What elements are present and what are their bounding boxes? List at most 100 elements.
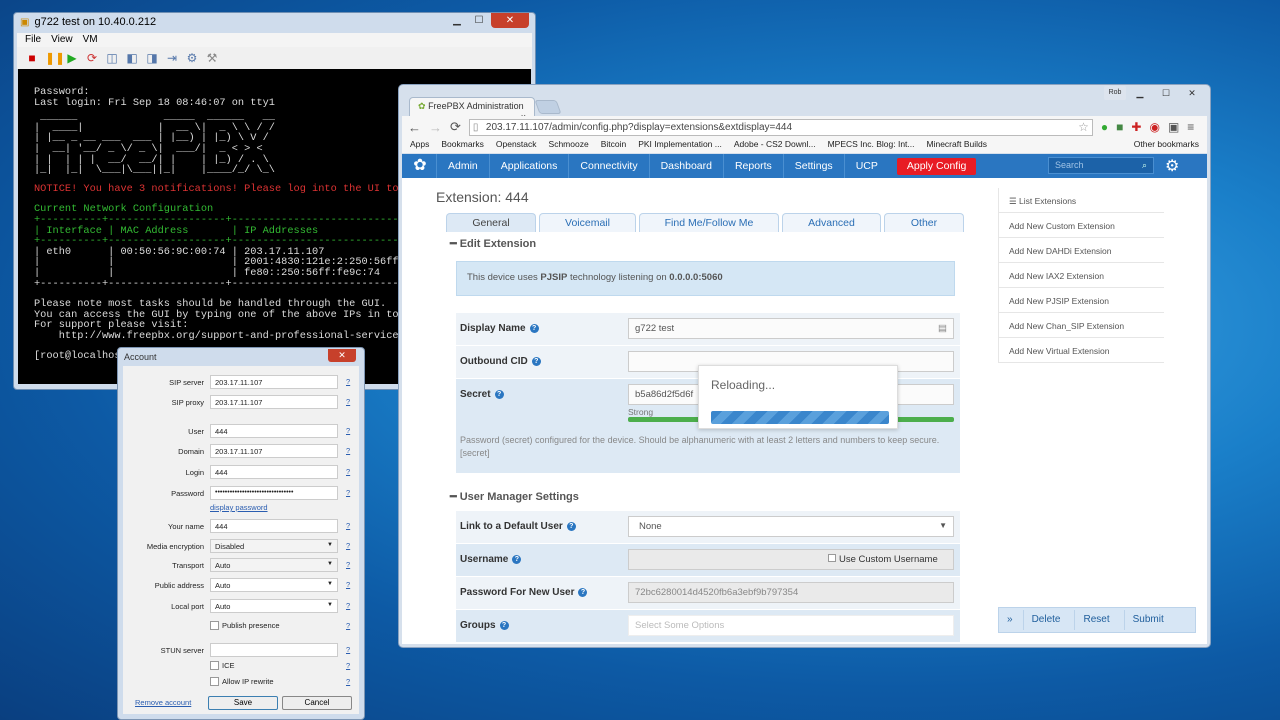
user-manager-header[interactable]: ━ User Manager Settings: [450, 490, 579, 503]
star-icon[interactable]: ☆: [1078, 120, 1089, 134]
search-input[interactable]: Search ⌕: [1048, 157, 1154, 174]
play-icon[interactable]: ▶: [65, 51, 79, 65]
pause-icon[interactable]: ❚❚: [45, 51, 65, 65]
bookmark-minecraft[interactable]: Minecraft Builds: [927, 139, 987, 152]
your-name-input[interactable]: 444: [210, 519, 338, 533]
help-icon[interactable]: ?: [499, 620, 509, 630]
bookmark-bitcoin[interactable]: Bitcoin: [601, 139, 627, 152]
tab-advanced[interactable]: Advanced: [782, 213, 881, 232]
browser-window[interactable]: ✿ FreePBX Administration × Rob▁☐✕ ← → ⟳ …: [398, 84, 1211, 648]
sidebar-item-chansip[interactable]: Add New Chan_SIP Extension: [998, 313, 1164, 338]
help-link[interactable]: ?: [346, 661, 350, 670]
help-icon[interactable]: ?: [566, 521, 576, 531]
reload-icon[interactable]: ⟳: [450, 119, 461, 135]
close-icon[interactable]: ✕: [1180, 86, 1204, 100]
new-tab-button[interactable]: [534, 100, 562, 114]
minimize-icon[interactable]: ▁: [447, 13, 467, 28]
expand-icon[interactable]: »: [1003, 610, 1017, 630]
extension-icon[interactable]: ■: [1116, 120, 1123, 134]
extension-icon[interactable]: ✚: [1131, 120, 1141, 134]
nav-applications[interactable]: Applications: [488, 154, 569, 178]
sidebar-item-custom[interactable]: Add New Custom Extension: [998, 213, 1164, 238]
bookmark-openstack[interactable]: Openstack: [496, 139, 537, 152]
nav-connectivity[interactable]: Connectivity: [568, 154, 648, 178]
display-name-input[interactable]: g722 test ▤: [628, 318, 954, 339]
sip-proxy-input[interactable]: 203.17.11.107: [210, 395, 338, 409]
save-button[interactable]: Save: [208, 696, 278, 710]
sip-server-input[interactable]: 203.17.11.107: [210, 375, 338, 389]
help-icon[interactable]: ?: [531, 356, 541, 366]
tab-voicemail[interactable]: Voicemail: [539, 213, 636, 232]
media-encryption-select[interactable]: Disabled ▼: [210, 539, 338, 553]
reset-button[interactable]: Reset: [1074, 610, 1117, 630]
tab-findme[interactable]: Find Me/Follow Me: [639, 213, 779, 232]
tools-icon[interactable]: ⚒: [205, 51, 219, 65]
nav-reports[interactable]: Reports: [722, 154, 783, 178]
bookmark-bookmarks[interactable]: Bookmarks: [441, 139, 484, 152]
browser-tab[interactable]: ✿ FreePBX Administration ×: [409, 97, 535, 122]
manage-icon[interactable]: ◨: [145, 51, 159, 65]
help-link[interactable]: ?: [346, 446, 350, 455]
address-bar[interactable]: ▯ 203.17.11.107/admin/config.php?display=…: [468, 118, 1093, 136]
local-port-select[interactable]: Auto ▼: [210, 599, 338, 613]
tab-general[interactable]: General: [446, 213, 536, 232]
checkbox-icon[interactable]: [828, 554, 836, 562]
password-input[interactable]: 72bc6280014d4520fb6a3ebf9b797354: [628, 582, 954, 603]
nav-admin[interactable]: Admin: [436, 154, 489, 178]
help-link[interactable]: ?: [346, 560, 350, 569]
stun-server-input[interactable]: [210, 643, 338, 657]
help-link[interactable]: ?: [346, 397, 350, 406]
help-icon[interactable]: ?: [512, 554, 522, 564]
display-password-link[interactable]: display password: [210, 503, 268, 512]
help-link[interactable]: ?: [346, 377, 350, 386]
help-link[interactable]: ?: [346, 580, 350, 589]
menu-file[interactable]: File: [25, 34, 41, 46]
gear-icon[interactable]: ⚙: [1165, 156, 1179, 176]
settings-icon[interactable]: ⚙: [185, 51, 199, 65]
password-input[interactable]: ••••••••••••••••••••••••••••••••: [210, 486, 338, 500]
user-input[interactable]: 444: [210, 424, 338, 438]
publish-presence-checkbox[interactable]: [210, 621, 219, 630]
login-input[interactable]: 444: [210, 465, 338, 479]
remove-account-link[interactable]: Remove account: [135, 698, 191, 707]
sidebar-item-pjsip[interactable]: Add New PJSIP Extension: [998, 288, 1164, 313]
menu-icon[interactable]: ≡: [1187, 120, 1194, 134]
nav-dashboard[interactable]: Dashboard: [648, 154, 723, 178]
maximize-icon[interactable]: ☐: [469, 13, 489, 28]
ice-checkbox[interactable]: [210, 661, 219, 670]
edit-extension-header[interactable]: ━ Edit Extension: [450, 237, 536, 250]
delete-button[interactable]: Delete: [1022, 610, 1069, 630]
custom-username-toggle[interactable]: Use Custom Username: [828, 554, 938, 565]
submit-button[interactable]: Submit: [1123, 610, 1172, 630]
help-link[interactable]: ?: [346, 541, 350, 550]
cancel-button[interactable]: Cancel: [282, 696, 352, 710]
bookmark-pki[interactable]: PKI Implementation ...: [638, 139, 722, 152]
sidebar-item-dahdi[interactable]: Add New DAHDi Extension: [998, 238, 1164, 263]
transport-select[interactable]: Auto ▼: [210, 558, 338, 572]
extension-icon[interactable]: ▣: [1168, 120, 1179, 134]
help-icon[interactable]: ?: [529, 323, 539, 333]
help-link[interactable]: ?: [346, 645, 350, 654]
freepbx-logo-icon[interactable]: ✿: [404, 155, 436, 177]
send-keys-icon[interactable]: ⇥: [165, 51, 179, 65]
help-link[interactable]: ?: [346, 467, 350, 476]
groups-select[interactable]: Select Some Options: [628, 615, 954, 636]
public-address-select[interactable]: Auto ▼: [210, 578, 338, 592]
bookmark-apps[interactable]: Apps: [410, 139, 429, 152]
contact-card-icon[interactable]: ▤: [938, 323, 947, 334]
maximize-icon[interactable]: ☐: [1154, 86, 1178, 100]
account-dialog[interactable]: Account ✕ SIP server 203.17.11.107? SIP p…: [117, 347, 365, 720]
bookmark-schmooze[interactable]: Schmooze: [549, 139, 589, 152]
sidebar-item-iax2[interactable]: Add New IAX2 Extension: [998, 263, 1164, 288]
sidebar-item-virtual[interactable]: Add New Virtual Extension: [998, 338, 1164, 363]
tab-other[interactable]: Other: [884, 213, 964, 232]
forward-icon[interactable]: →: [429, 120, 442, 135]
extension-icon[interactable]: ●: [1101, 120, 1108, 134]
help-link[interactable]: ?: [346, 488, 350, 497]
refresh-icon[interactable]: ⟳: [85, 51, 99, 65]
help-icon[interactable]: ?: [578, 587, 588, 597]
apply-config-button[interactable]: Apply Config: [896, 157, 977, 175]
snapshot-icon[interactable]: ◫: [105, 51, 119, 65]
close-icon[interactable]: ✕: [328, 349, 356, 362]
revert-icon[interactable]: ◧: [125, 51, 139, 65]
